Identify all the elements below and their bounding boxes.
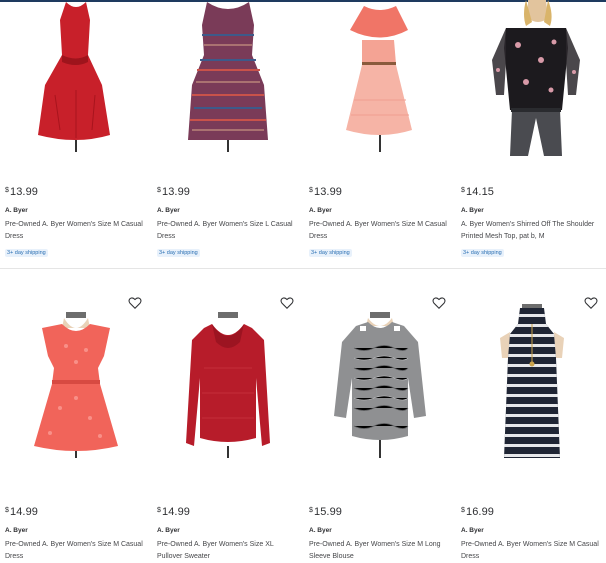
product-brand: A. Byer [5, 207, 28, 214]
product-brand: A. Byer [461, 527, 484, 534]
product-brand: A. Byer [309, 207, 332, 214]
product-card[interactable]: $16.99 A. Byer Pre-Owned A. Byer Women's… [456, 297, 606, 560]
product-brand: A. Byer [309, 527, 332, 534]
product-card[interactable]: $14.99 A. Byer Pre-Owned A. Byer Women's… [0, 297, 152, 560]
product-title-link[interactable]: Pre-Owned A. Byer Women's Size M Casual … [5, 219, 147, 243]
product-image-coral-dress[interactable] [304, 0, 456, 160]
product-image-floral-top-model[interactable] [456, 0, 606, 160]
product-card[interactable]: $13.99 A. Byer Pre-Owned A. Byer Women's… [0, 0, 152, 268]
product-title-link[interactable]: Pre-Owned A. Byer Women's Size M Casual … [309, 219, 451, 243]
product-image-gray-blouse[interactable] [304, 298, 456, 458]
product-price: $14.15 [461, 186, 495, 198]
product-price: $13.99 [157, 186, 191, 198]
product-price: $14.99 [157, 506, 191, 518]
product-brand: A. Byer [461, 207, 484, 214]
product-image-coral-lace-dress[interactable] [0, 298, 152, 458]
product-image-red-dress[interactable] [0, 0, 152, 160]
shipping-badge: 3+ day shipping [5, 249, 48, 257]
product-brand: A. Byer [5, 527, 28, 534]
product-image-red-sweater[interactable] [152, 298, 304, 458]
product-title-link[interactable]: Pre-Owned A. Byer Women's Size M Casual … [461, 539, 603, 563]
product-price: $14.99 [5, 506, 39, 518]
row-divider [0, 268, 606, 269]
shipping-badge: 3+ day shipping [461, 249, 504, 257]
product-card[interactable]: $13.99 A. Byer Pre-Owned A. Byer Women's… [152, 0, 304, 268]
product-price: $15.99 [309, 506, 343, 518]
product-image-striped-dress[interactable] [456, 298, 606, 458]
product-card[interactable]: $13.99 A. Byer Pre-Owned A. Byer Women's… [304, 0, 456, 268]
product-price: $13.99 [5, 186, 39, 198]
product-price: $16.99 [461, 506, 495, 518]
product-title-link[interactable]: A. Byer Women's Shirred Off The Shoulder… [461, 219, 603, 243]
product-title-link[interactable]: Pre-Owned A. Byer Women's Size M Long Sl… [309, 539, 451, 563]
product-brand: A. Byer [157, 527, 180, 534]
product-title-link[interactable]: Pre-Owned A. Byer Women's Size XL Pullov… [157, 539, 299, 563]
product-price: $13.99 [309, 186, 343, 198]
product-card[interactable]: $14.15 A. Byer A. Byer Women's Shirred O… [456, 0, 606, 268]
product-card[interactable]: $15.99 A. Byer Pre-Owned A. Byer Women's… [304, 297, 456, 560]
shipping-badge: 3+ day shipping [309, 249, 352, 257]
product-title-link[interactable]: Pre-Owned A. Byer Women's Size L Casual … [157, 219, 299, 243]
shipping-badge: 3+ day shipping [157, 249, 200, 257]
product-title-link[interactable]: Pre-Owned A. Byer Women's Size M Casual … [5, 539, 147, 563]
product-card[interactable]: $14.99 A. Byer Pre-Owned A. Byer Women's… [152, 297, 304, 560]
product-image-printed-dress[interactable] [152, 0, 304, 160]
product-brand: A. Byer [157, 207, 180, 214]
